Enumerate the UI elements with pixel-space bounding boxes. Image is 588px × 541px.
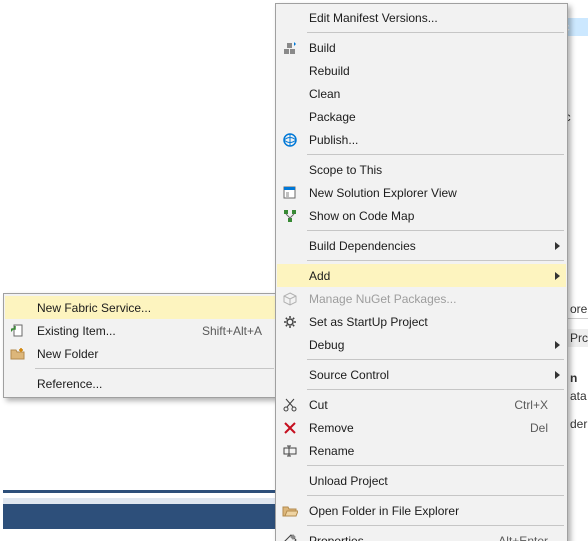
menu-label: Rebuild [309, 64, 350, 78]
submenu-arrow-icon [555, 341, 560, 349]
solution-explorer-icon [281, 184, 299, 202]
menu-label: Edit Manifest Versions... [309, 11, 438, 25]
menu-properties[interactable]: Properties Alt+Enter [277, 529, 566, 541]
menu-build[interactable]: Build [277, 36, 566, 59]
menu-label: Build Dependencies [309, 239, 416, 253]
menu-show-code-map[interactable]: Show on Code Map [277, 204, 566, 227]
menu-label: New Folder [37, 347, 98, 361]
bg-stub: ata [568, 387, 588, 405]
menu-separator [307, 230, 564, 231]
code-map-icon [281, 207, 299, 225]
menu-label: Clean [309, 87, 340, 101]
menu-debug[interactable]: Debug [277, 333, 566, 356]
menu-new-folder[interactable]: New Folder [5, 342, 276, 365]
menu-clean[interactable]: Clean [277, 82, 566, 105]
menu-shortcut: Alt+Enter [498, 534, 548, 541]
menu-separator [307, 260, 564, 261]
menu-open-folder[interactable]: Open Folder in File Explorer [277, 499, 566, 522]
menu-label: Rename [309, 444, 354, 458]
menu-separator [35, 368, 274, 369]
menu-label: Add [309, 269, 330, 283]
menu-label: Source Control [309, 368, 389, 382]
context-menu: Edit Manifest Versions... Build Rebuild … [275, 3, 568, 541]
menu-label: Cut [309, 398, 328, 412]
menu-label: Remove [309, 421, 354, 435]
menu-separator [307, 32, 564, 33]
menu-shortcut: Del [530, 421, 548, 435]
bg-stub: n [568, 369, 588, 387]
menu-label: Scope to This [309, 163, 382, 177]
menu-label: Package [309, 110, 356, 124]
submenu-arrow-icon [555, 371, 560, 379]
menu-existing-item[interactable]: Existing Item... Shift+Alt+A [5, 319, 276, 342]
menu-separator [307, 465, 564, 466]
menu-label: Existing Item... [37, 324, 116, 338]
menu-shortcut: Ctrl+X [514, 398, 548, 412]
menu-reference[interactable]: Reference... [5, 372, 276, 395]
bg-stub: der [568, 415, 588, 433]
bg-bar [3, 498, 288, 529]
menu-label: Unload Project [309, 474, 388, 488]
bg-bar-thin [3, 490, 288, 493]
menu-label: Open Folder in File Explorer [309, 504, 459, 518]
menu-separator [307, 154, 564, 155]
menu-label: Manage NuGet Packages... [309, 292, 456, 306]
menu-add[interactable]: Add [277, 264, 566, 287]
menu-remove[interactable]: Remove Del [277, 416, 566, 439]
publish-icon [281, 131, 299, 149]
menu-manage-nuget: Manage NuGet Packages... [277, 287, 566, 310]
rename-icon [281, 442, 299, 460]
menu-scope[interactable]: Scope to This [277, 158, 566, 181]
menu-label: New Fabric Service... [37, 301, 151, 315]
menu-set-startup[interactable]: Set as StartUp Project [277, 310, 566, 333]
menu-new-fabric-service[interactable]: New Fabric Service... [5, 296, 276, 319]
menu-new-solution-explorer[interactable]: New Solution Explorer View [277, 181, 566, 204]
remove-icon [281, 419, 299, 437]
menu-label: Reference... [37, 377, 102, 391]
add-submenu: New Fabric Service... Existing Item... S… [3, 293, 278, 398]
nuget-icon [281, 290, 299, 308]
submenu-arrow-icon [555, 272, 560, 280]
bg-stub: Prc [568, 329, 588, 347]
menu-separator [307, 359, 564, 360]
menu-label: Build [309, 41, 336, 55]
menu-label: New Solution Explorer View [309, 186, 457, 200]
menu-rebuild[interactable]: Rebuild [277, 59, 566, 82]
menu-source-control[interactable]: Source Control [277, 363, 566, 386]
properties-icon [281, 532, 299, 541]
menu-separator [307, 389, 564, 390]
menu-label: Show on Code Map [309, 209, 414, 223]
build-icon [281, 39, 299, 57]
new-folder-icon [9, 345, 27, 363]
menu-shortcut: Shift+Alt+A [202, 324, 262, 338]
menu-rename[interactable]: Rename [277, 439, 566, 462]
properties-partial: ore Prc n ata der [568, 300, 588, 433]
menu-package[interactable]: Package [277, 105, 566, 128]
open-folder-icon [281, 502, 299, 520]
menu-separator [307, 495, 564, 496]
cut-icon [281, 396, 299, 414]
menu-separator [307, 525, 564, 526]
menu-build-dependencies[interactable]: Build Dependencies [277, 234, 566, 257]
menu-publish[interactable]: Publish... [277, 128, 566, 151]
menu-label: Properties [309, 534, 364, 541]
gear-icon [281, 313, 299, 331]
menu-edit-manifest[interactable]: Edit Manifest Versions... [277, 6, 566, 29]
existing-item-icon [9, 322, 27, 340]
submenu-arrow-icon [555, 242, 560, 250]
menu-label: Debug [309, 338, 344, 352]
bg-stub: ore [568, 300, 588, 318]
menu-label: Publish... [309, 133, 358, 147]
menu-label: Set as StartUp Project [309, 315, 428, 329]
menu-cut[interactable]: Cut Ctrl+X [277, 393, 566, 416]
menu-unload-project[interactable]: Unload Project [277, 469, 566, 492]
